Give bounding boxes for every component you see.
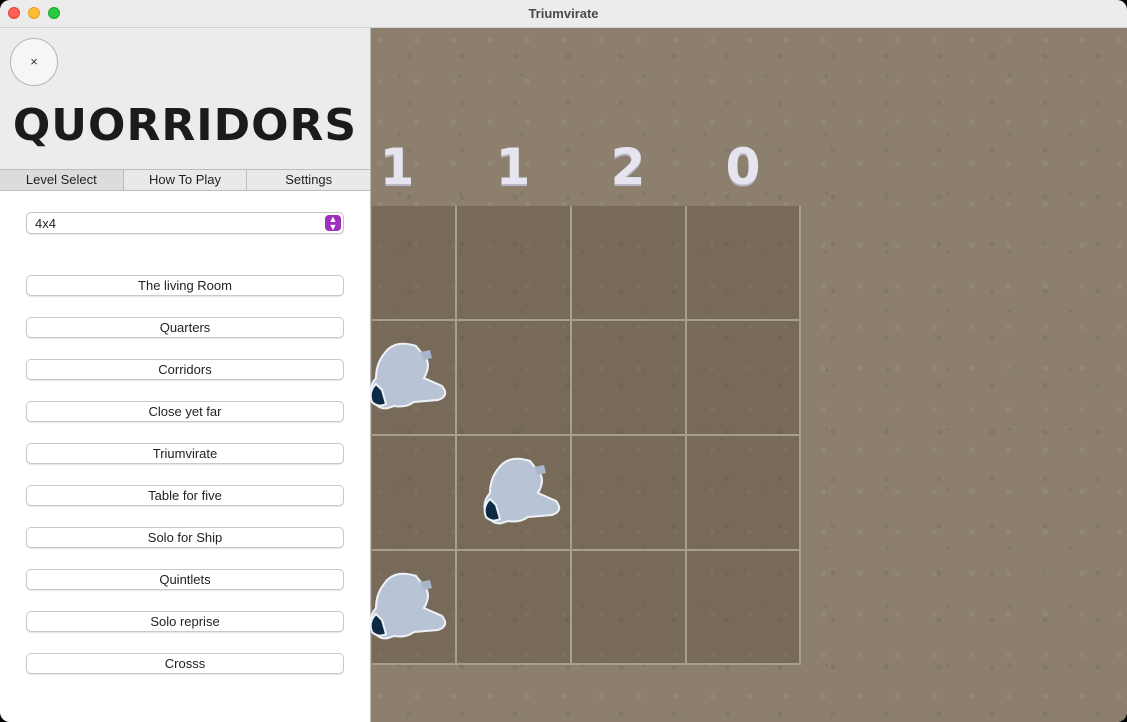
- tab-settings[interactable]: Settings: [247, 170, 370, 190]
- title-bar: Triumvirate: [0, 0, 1127, 28]
- window-title: Triumvirate: [528, 6, 599, 21]
- ship-piece-icon[interactable]: [468, 449, 564, 529]
- sidebar-header: × QUORRIDORS: [0, 28, 370, 169]
- level-button[interactable]: Quintlets: [26, 569, 344, 590]
- grid-cell[interactable]: [457, 321, 572, 436]
- level-button[interactable]: Triumvirate: [26, 443, 344, 464]
- game-board-area: 1 1 2 0: [369, 28, 1127, 722]
- close-icon: ×: [30, 54, 38, 69]
- level-button[interactable]: Solo for Ship: [26, 527, 344, 548]
- tab-bar: Level Select How To Play Settings: [0, 169, 370, 191]
- sidebar: × QUORRIDORS Level Select How To Play Se…: [0, 28, 371, 722]
- level-button[interactable]: Table for five: [26, 485, 344, 506]
- level-button[interactable]: Quarters: [26, 317, 344, 338]
- ship-piece-icon[interactable]: [354, 334, 450, 414]
- column-counter: 1: [379, 138, 415, 196]
- column-counter: 0: [725, 138, 761, 196]
- level-button[interactable]: Crosss: [26, 653, 344, 674]
- grid-cell[interactable]: [372, 436, 457, 551]
- grid-cell[interactable]: [372, 206, 457, 321]
- grid-cell[interactable]: [687, 321, 801, 436]
- level-button[interactable]: Close yet far: [26, 401, 344, 422]
- tab-level-select[interactable]: Level Select: [0, 170, 124, 190]
- level-button[interactable]: Corridors: [26, 359, 344, 380]
- updown-chevron-icon: ▲ ▼: [325, 215, 341, 232]
- grid-cell[interactable]: [687, 551, 801, 665]
- grid-cell[interactable]: [572, 551, 687, 665]
- column-counter: 1: [495, 138, 531, 196]
- close-sidebar-button[interactable]: ×: [10, 38, 58, 86]
- grid-cell[interactable]: [457, 206, 572, 321]
- level-button[interactable]: Solo reprise: [26, 611, 344, 632]
- column-counter: 2: [610, 138, 646, 196]
- grid-cell[interactable]: [572, 206, 687, 321]
- board-size-value: 4x4: [35, 216, 56, 231]
- tab-how-to-play[interactable]: How To Play: [124, 170, 248, 190]
- board-size-select[interactable]: 4x4 ▲ ▼: [26, 212, 344, 234]
- grid-cell[interactable]: [687, 206, 801, 321]
- app-window: Triumvirate × QUORRIDORS Level Select Ho…: [0, 0, 1127, 722]
- grid-cell[interactable]: [572, 436, 687, 551]
- level-button[interactable]: The living Room: [26, 275, 344, 296]
- grid-cell[interactable]: [457, 551, 572, 665]
- grid-cell[interactable]: [572, 321, 687, 436]
- game-grid: [369, 206, 801, 665]
- ship-piece-icon[interactable]: [354, 564, 450, 644]
- grid-cell[interactable]: [687, 436, 801, 551]
- app-logo: QUORRIDORS: [12, 100, 358, 151]
